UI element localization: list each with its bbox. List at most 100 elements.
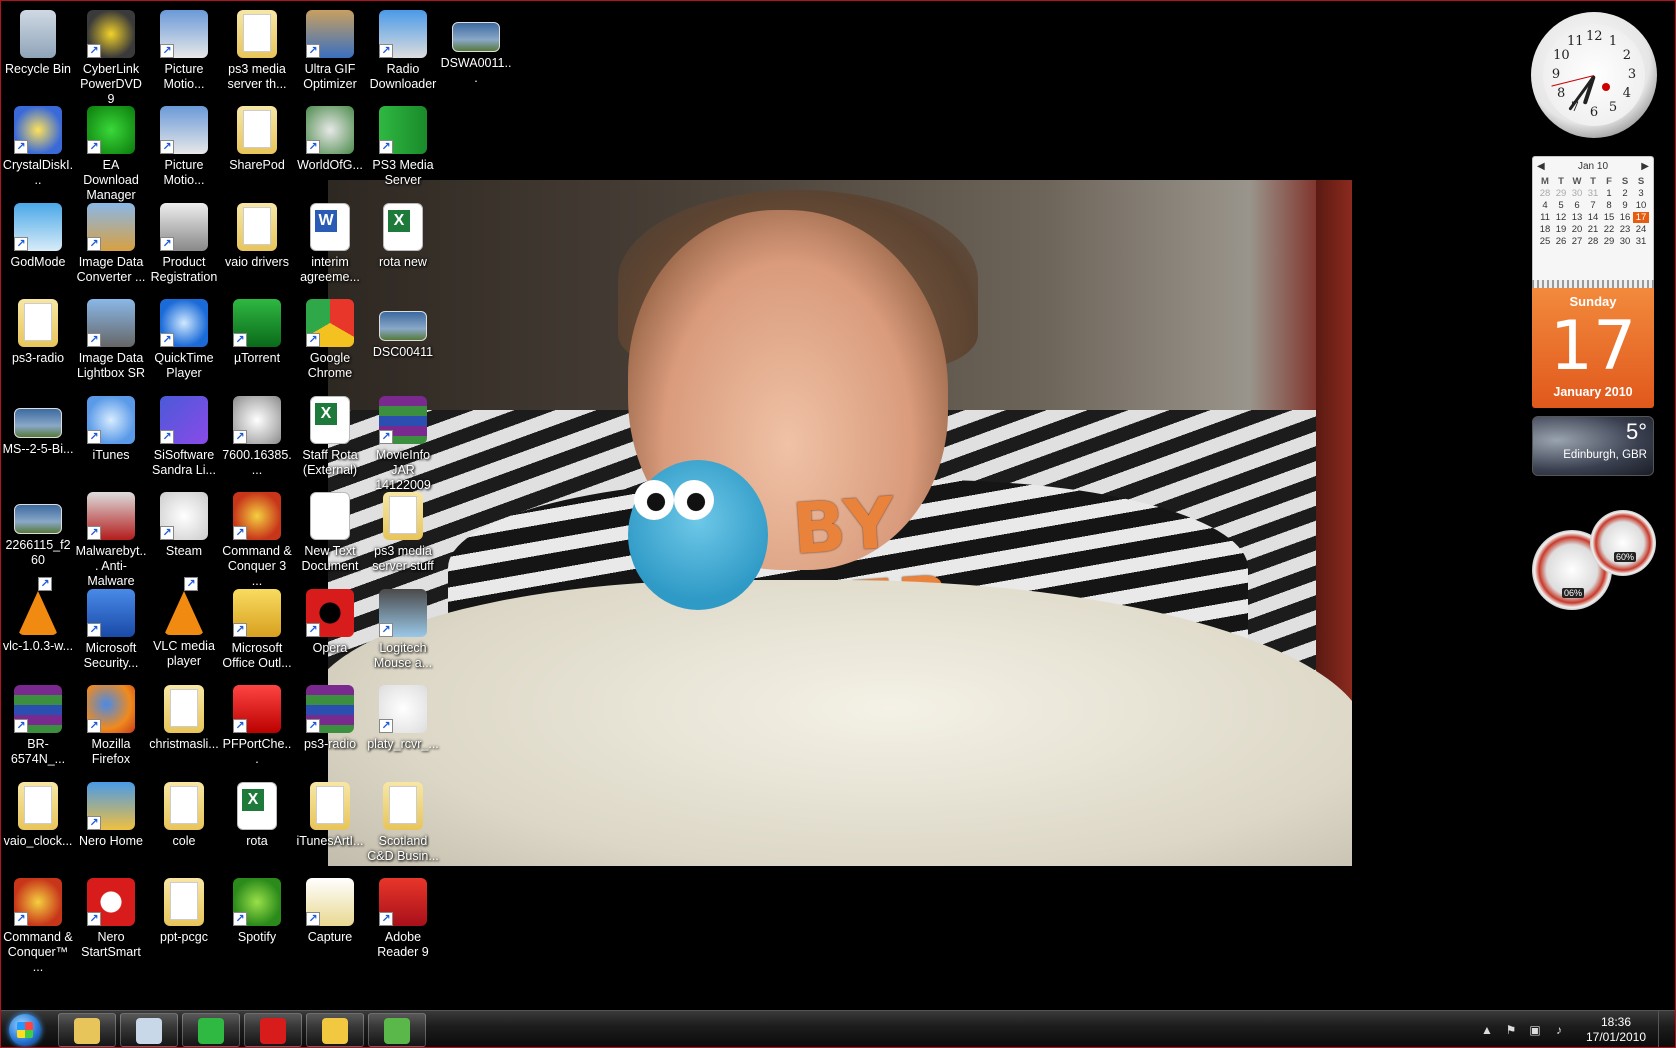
desktop-icon[interactable]: ↗ Ultra GIF Optimizer — [292, 4, 368, 100]
desktop-icon[interactable]: ↗ PS3 Media Server — [365, 100, 441, 196]
desktop-icon[interactable]: ↗ CyberLink PowerDVD 9 — [73, 4, 149, 106]
volume-icon[interactable]: ♪ — [1552, 1023, 1566, 1037]
desktop-icon[interactable]: Recycle Bin — [0, 4, 76, 100]
desktop-icon[interactable]: ↗ Capture — [292, 872, 368, 968]
show-hidden-icons-icon[interactable]: ▲ — [1480, 1023, 1494, 1037]
taskbar-button-outlook[interactable] — [306, 1013, 364, 1047]
show-desktop-button[interactable] — [1658, 1011, 1668, 1048]
calendar-day[interactable]: 30 — [1569, 188, 1585, 199]
action-center-flag-icon[interactable]: ⚑ — [1504, 1023, 1518, 1037]
desktop-icon[interactable]: ↗ Image Data Converter ... — [73, 197, 149, 293]
desktop-icon[interactable]: ↗ MovieInfo JAR 14122009 — [365, 390, 441, 492]
desktop-icon[interactable]: ↗ Logitech Mouse a... — [365, 583, 441, 679]
desktop-icon[interactable]: christmasli... — [146, 679, 222, 775]
calendar-day[interactable]: 28 — [1585, 236, 1601, 247]
desktop-icon[interactable]: rota — [219, 776, 295, 872]
start-button[interactable] — [4, 1012, 46, 1048]
desktop-icon[interactable]: ↗ Adobe Reader 9 — [365, 872, 441, 968]
desktop-icon[interactable]: vaio_clock... — [0, 776, 76, 872]
weather-gadget[interactable]: 5° Edinburgh, GBR — [1532, 416, 1654, 476]
desktop-icon[interactable]: ps3 media server stuff — [365, 486, 441, 582]
desktop-icon[interactable]: ↗ CrystalDiskI... — [0, 100, 76, 196]
taskbar-button-opera[interactable] — [244, 1013, 302, 1047]
calendar-day[interactable]: 27 — [1569, 236, 1585, 247]
desktop-icon[interactable]: iTunesArtI... — [292, 776, 368, 872]
calendar-day[interactable]: 12 — [1553, 212, 1569, 223]
calendar-day[interactable]: 18 — [1537, 224, 1553, 235]
desktop-icon[interactable]: ↗ 7600.16385.... — [219, 390, 295, 486]
desktop-icon[interactable]: ↗ platy_rcvr_... — [365, 679, 441, 775]
desktop-icon[interactable]: ↗ Command & Conquer™ ... — [0, 872, 76, 974]
desktop-icon[interactable]: ↗ Nero StartSmart — [73, 872, 149, 968]
desktop-icon[interactable]: ↗ SiSoftware Sandra Li... — [146, 390, 222, 486]
desktop-icon[interactable]: ↗ Nero Home — [73, 776, 149, 872]
desktop-icon[interactable]: interim agreeme... — [292, 197, 368, 293]
desktop-icon[interactable]: ppt-pcgc — [146, 872, 222, 968]
calendar-day[interactable]: 21 — [1585, 224, 1601, 235]
calendar-day[interactable]: 9 — [1617, 200, 1633, 211]
calendar-day[interactable]: 2 — [1617, 188, 1633, 199]
calendar-day[interactable]: 28 — [1537, 188, 1553, 199]
taskbar-button-snipping[interactable] — [120, 1013, 178, 1047]
desktop-icon[interactable]: ↗ Picture Motio... — [146, 100, 222, 196]
desktop-icon[interactable]: ↗ iTunes — [73, 390, 149, 486]
desktop-icon[interactable]: ↗ Google Chrome — [292, 293, 368, 389]
calendar-day[interactable]: 25 — [1537, 236, 1553, 247]
calendar-day[interactable]: 11 — [1537, 212, 1553, 223]
desktop-icon[interactable]: ps3-radio — [0, 293, 76, 389]
calendar-day[interactable]: 4 — [1537, 200, 1553, 211]
calendar-next-button[interactable]: ▶ — [1641, 161, 1649, 172]
calendar-day[interactable]: 23 — [1617, 224, 1633, 235]
taskbar-button-ps3-media-server[interactable] — [182, 1013, 240, 1047]
desktop-icon[interactable]: ↗ Spotify — [219, 872, 295, 968]
desktop-icon[interactable]: ↗ µTorrent — [219, 293, 295, 389]
desktop-icon[interactable]: ↗ GodMode — [0, 197, 76, 293]
desktop-icon[interactable]: ↗ EA Download Manager — [73, 100, 149, 202]
calendar-day[interactable]: 17 — [1633, 212, 1649, 223]
calendar-day[interactable]: 31 — [1585, 188, 1601, 199]
calendar-prev-button[interactable]: ◀ — [1537, 161, 1545, 172]
calendar-day[interactable]: 10 — [1633, 200, 1649, 211]
desktop-icon[interactable]: DSWA0011... — [438, 4, 514, 100]
calendar-day[interactable]: 22 — [1601, 224, 1617, 235]
desktop-icon[interactable]: ↗ QuickTime Player — [146, 293, 222, 389]
desktop-icon[interactable]: ps3 media server th... — [219, 4, 295, 100]
calendar-day[interactable]: 29 — [1553, 188, 1569, 199]
desktop-icon[interactable]: ↗ Radio Downloader — [365, 4, 441, 100]
desktop-icon[interactable]: Staff Rota (External) — [292, 390, 368, 486]
calendar-gadget[interactable]: ◀ Jan 10 ▶ M T W T F S S 28 29 30 31 1 2 3 4 5 6 7 8 9 10 11 1… — [1532, 156, 1654, 410]
desktop-icon[interactable]: ↗ Product Registration — [146, 197, 222, 293]
desktop-icon[interactable]: New Text Document — [292, 486, 368, 582]
taskbar-clock[interactable]: 18:36 17/01/2010 — [1584, 1015, 1648, 1045]
taskbar-button-explorer[interactable] — [58, 1013, 116, 1047]
calendar-day[interactable]: 13 — [1569, 212, 1585, 223]
calendar-day[interactable]: 31 — [1633, 236, 1649, 247]
desktop-icon[interactable]: ↗ ps3-radio — [292, 679, 368, 775]
calendar-day[interactable]: 24 — [1633, 224, 1649, 235]
desktop-icon[interactable]: vaio drivers — [219, 197, 295, 293]
desktop-icon[interactable]: Scotland C&D Busin... — [365, 776, 441, 872]
taskbar-button-windows-live-messenger[interactable] — [368, 1013, 426, 1047]
calendar-day[interactable]: 26 — [1553, 236, 1569, 247]
desktop-icon[interactable]: DSC00411 — [365, 293, 441, 389]
desktop-icon[interactable]: ↗ Image Data Lightbox SR — [73, 293, 149, 389]
desktop-icon[interactable]: SharePod — [219, 100, 295, 196]
clock-gadget[interactable]: 12 1 2 3 4 5 6 7 8 9 10 11 — [1531, 12, 1657, 138]
desktop-icon[interactable]: ↗ WorldOfG... — [292, 100, 368, 196]
calendar-day[interactable]: 1 — [1601, 188, 1617, 199]
desktop-icon[interactable]: 2266115_f260 — [0, 486, 76, 582]
cpu-meter-gadget[interactable]: 06% 60% — [1532, 510, 1656, 610]
desktop-icon[interactable]: ↗ Microsoft Security... — [73, 583, 149, 679]
desktop-icon[interactable]: MS--2-5-Bi... — [0, 390, 76, 486]
desktop-icon[interactable]: ↗ VLC media player — [146, 577, 222, 679]
calendar-day[interactable]: 5 — [1553, 200, 1569, 211]
desktop-icon[interactable]: ↗ Microsoft Office Outl... — [219, 583, 295, 679]
network-icon[interactable]: ▣ — [1528, 1023, 1542, 1037]
calendar-day[interactable]: 30 — [1617, 236, 1633, 247]
desktop-icon[interactable]: ↗ Command & Conquer 3 ... — [219, 486, 295, 588]
desktop-icon[interactable]: ↗ BR-6574N_... — [0, 679, 76, 775]
calendar-day[interactable]: 8 — [1601, 200, 1617, 211]
desktop-icon[interactable]: ↗ Opera — [292, 583, 368, 679]
calendar-day[interactable]: 14 — [1585, 212, 1601, 223]
desktop-icon[interactable]: ↗ vlc-1.0.3-w... — [0, 577, 76, 679]
